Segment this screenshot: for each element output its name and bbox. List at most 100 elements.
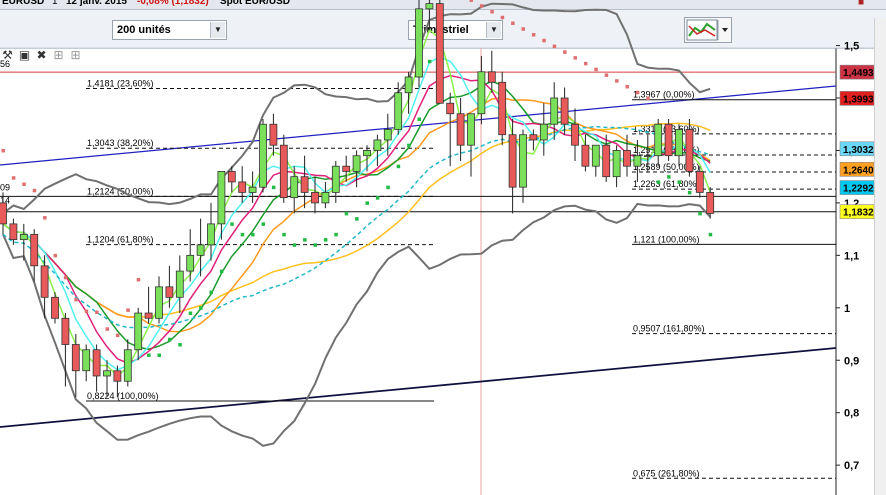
- sar-dot: [355, 217, 359, 221]
- sar-dot: [261, 222, 265, 226]
- candle-body: [40, 265, 49, 298]
- sar-dot: [698, 211, 702, 216]
- sar-dot: [573, 56, 577, 60]
- sar-dot: [427, 59, 432, 64]
- candle-body: [363, 150, 371, 157]
- candle-body: [71, 344, 80, 372]
- candle-body: [103, 370, 111, 377]
- candle-body: [643, 155, 652, 158]
- sar-dot: [417, 117, 421, 121]
- sar-dot: [386, 185, 390, 190]
- fibo-label: 0,9507 (161,80%): [633, 324, 705, 334]
- candle-body: [227, 171, 236, 183]
- sar-dot: [542, 38, 546, 43]
- sar-dot: [74, 297, 78, 302]
- sar-dot: [667, 175, 671, 179]
- sar-dot: [22, 182, 26, 187]
- candle-body: [539, 123, 548, 141]
- sar-dot: [583, 61, 588, 66]
- candle-body: [269, 123, 278, 146]
- candle-body: [560, 97, 569, 125]
- sar-dot: [11, 176, 16, 180]
- sar-dot: [625, 84, 629, 89]
- fibo-label: 1,4181 (23,60%): [87, 79, 154, 89]
- candle-body: [695, 171, 704, 193]
- sar-dot: [635, 90, 640, 95]
- candle-body: [352, 155, 361, 172]
- candle-body: [144, 312, 153, 319]
- candle-body: [508, 134, 517, 188]
- fibo-label: 1,3967 (0,00%): [633, 90, 695, 100]
- candle-body: [456, 113, 465, 146]
- sar-dot: [521, 27, 525, 31]
- candle-body: [248, 186, 257, 193]
- candle-body: [550, 97, 559, 125]
- sar-dot: [646, 96, 650, 100]
- candle-body: [446, 102, 455, 115]
- price-tag-label: 1,1832: [843, 208, 874, 219]
- sar-dot: [230, 222, 234, 226]
- sar-dot: [407, 143, 411, 148]
- sar-dot: [43, 216, 47, 220]
- sar-dot: [500, 15, 505, 20]
- candle-body: [633, 155, 642, 167]
- sar-dot: [323, 238, 328, 242]
- candle-body: [623, 150, 631, 167]
- sar-dot: [479, 4, 484, 8]
- candle-body: [467, 113, 475, 146]
- candle-body: [238, 181, 247, 193]
- candle-body: [581, 144, 590, 167]
- candle-body: [383, 129, 392, 141]
- sar-dot: [677, 180, 681, 184]
- candle-body: [487, 71, 496, 83]
- sar-dot: [344, 211, 349, 216]
- candle-body: [19, 233, 28, 241]
- price-tag-label: 1,3993: [843, 94, 874, 105]
- sar-dot: [615, 79, 619, 83]
- candle-body: [664, 123, 673, 157]
- sar-dot: [167, 337, 172, 342]
- candle-body: [9, 223, 18, 241]
- sar-dot: [136, 277, 141, 282]
- candle-body: [706, 192, 715, 214]
- sar-dot: [531, 33, 536, 37]
- fibo-label: 1,121 (100,00%): [633, 234, 700, 244]
- fibo-label: 0,8224 (100,00%): [87, 391, 159, 401]
- sar-dot: [95, 310, 99, 314]
- sar-dot: [490, 9, 494, 14]
- candle-body: [685, 129, 694, 172]
- sar-dot: [126, 308, 130, 312]
- indicator-lines: [2, 2, 711, 447]
- sar-dot: [375, 196, 380, 200]
- sar-dot: [334, 232, 338, 237]
- price-tag-label: 1,2292: [843, 184, 874, 195]
- candle-body: [51, 296, 59, 319]
- y-tick-label: 0,9: [844, 355, 859, 367]
- sar-dot: [240, 232, 245, 237]
- sar-dot: [303, 238, 307, 242]
- sar-dot: [708, 232, 713, 237]
- candle-body: [259, 123, 267, 188]
- candle-body: [519, 134, 527, 188]
- fibo-label: 1,1204 (61,80%): [87, 235, 154, 245]
- candle-body: [591, 144, 600, 167]
- price-chart[interactable]: 1,71,61,51,41,31,21,110,90,80,7 5609141,…: [0, 0, 874, 495]
- candle-body: [92, 349, 101, 377]
- candle-body: [425, 3, 434, 10]
- candle-body: [217, 171, 226, 225]
- candle-body: [279, 144, 288, 199]
- candle-body: [675, 129, 683, 157]
- candle-body: [113, 370, 122, 382]
- sar-dot: [292, 243, 297, 247]
- vertical-scrollbar[interactable]: [874, 18, 886, 495]
- candle-body: [342, 165, 351, 172]
- price-tags: 1,44931,22921,26401,30321,39931,18321,81…: [839, 64, 874, 220]
- candle-body: [321, 192, 330, 204]
- sar-dot: [687, 190, 692, 195]
- sar-dot: [115, 333, 120, 338]
- candle-body: [654, 123, 663, 157]
- sar-dot: [63, 275, 68, 280]
- candle-body: [30, 233, 39, 267]
- candle-body: [602, 144, 611, 178]
- price-tag-label: 1,3032: [843, 145, 874, 156]
